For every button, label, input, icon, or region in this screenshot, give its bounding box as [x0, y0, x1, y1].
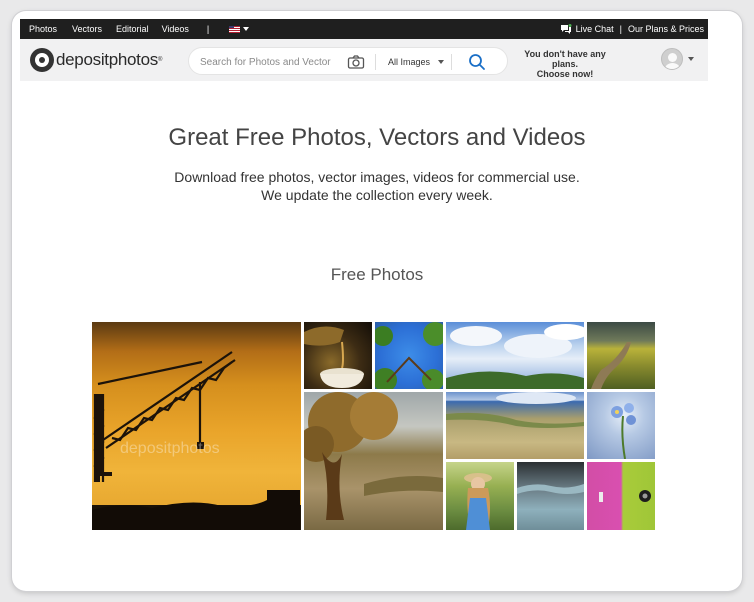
subtitle-line1: Download free photos, vector images, vid…: [174, 169, 580, 185]
girl-shape: [464, 473, 492, 530]
nav-link-photos[interactable]: Photos: [29, 24, 57, 34]
camera-icon[interactable]: [347, 54, 365, 70]
subtitle-line2: We update the collection every week.: [261, 187, 493, 203]
main-header: depositphotos ® All Images You don't hav…: [20, 39, 708, 81]
photo-tile-coast[interactable]: [446, 392, 584, 459]
photo-tile-clouds-hills[interactable]: [446, 322, 584, 389]
water-shape: [517, 484, 584, 494]
logo-registered-mark: ®: [157, 57, 163, 63]
nav-divider: |: [206, 24, 210, 34]
photo-tile-girl-field[interactable]: [446, 462, 514, 530]
crane-silhouette: [92, 351, 300, 530]
top-nav-links: Photos Vectors Editorial Videos |: [20, 19, 250, 39]
nav-link-editorial[interactable]: Editorial: [116, 24, 149, 34]
chevron-down-icon: [438, 60, 445, 64]
search-icon[interactable]: [468, 53, 486, 71]
photo-tile-tree-sky[interactable]: [375, 322, 443, 389]
photo-tile-field-path[interactable]: [587, 322, 655, 389]
coast-shape: [446, 392, 584, 428]
plans-notice-line1: You don't have any plans.: [524, 49, 606, 69]
language-selector[interactable]: [229, 25, 250, 33]
top-right-links: Live Chat | Our Plans & Prices: [560, 19, 708, 39]
category-select-label: All Images: [388, 57, 431, 67]
watermark-text: depositphotos: [120, 440, 220, 457]
search-bar: All Images: [188, 47, 508, 75]
photo-tile-tea-pour[interactable]: [304, 322, 372, 389]
photo-tile-crane-sunset[interactable]: depositphotos: [92, 322, 301, 530]
search-divider: [451, 54, 452, 70]
logo-icon: [30, 48, 54, 72]
page-title: Great Free Photos, Vectors and Videos: [168, 124, 586, 151]
search-input[interactable]: [200, 52, 335, 72]
oak-tree-shape: [304, 392, 443, 520]
plans-notice[interactable]: You don't have any plans. Choose now!: [520, 49, 610, 79]
live-chat-link[interactable]: Live Chat: [576, 24, 614, 34]
top-nav-bar: Photos Vectors Editorial Videos | Live C…: [20, 19, 708, 39]
search-divider: [375, 54, 376, 70]
us-flag-icon: [229, 25, 241, 33]
flower-shape: [611, 403, 636, 459]
plans-notice-line2: Choose now!: [536, 69, 594, 79]
section-title: Free Photos: [330, 265, 424, 284]
clouds-shape: [446, 324, 584, 389]
tea-cup-shape: [304, 326, 364, 388]
category-select[interactable]: All Images: [388, 54, 445, 70]
door-lock-shape: [599, 490, 651, 502]
chat-icon: [560, 24, 572, 34]
nav-link-vectors[interactable]: Vectors: [72, 24, 102, 34]
photo-tile-forget-me-not[interactable]: [587, 392, 655, 459]
photo-tile-water[interactable]: [517, 462, 584, 530]
chevron-down-icon: [243, 27, 250, 31]
chevron-down-icon[interactable]: [688, 57, 694, 61]
tree-leaves-shape: [375, 322, 443, 389]
depositphotos-logo[interactable]: depositphotos ®: [30, 47, 162, 73]
page-subtitle: Download free photos, vector images, vid…: [0, 168, 754, 204]
photo-tile-pink-green-door[interactable]: [587, 462, 655, 530]
logo-text: depositphotos: [56, 50, 158, 69]
nav-divider: |: [619, 24, 622, 34]
avatar[interactable]: [661, 48, 683, 70]
plans-prices-link[interactable]: Our Plans & Prices: [628, 24, 704, 34]
path-shape: [591, 342, 631, 389]
photo-tile-oak-meadow[interactable]: [304, 392, 443, 530]
nav-link-videos[interactable]: Videos: [162, 24, 189, 34]
